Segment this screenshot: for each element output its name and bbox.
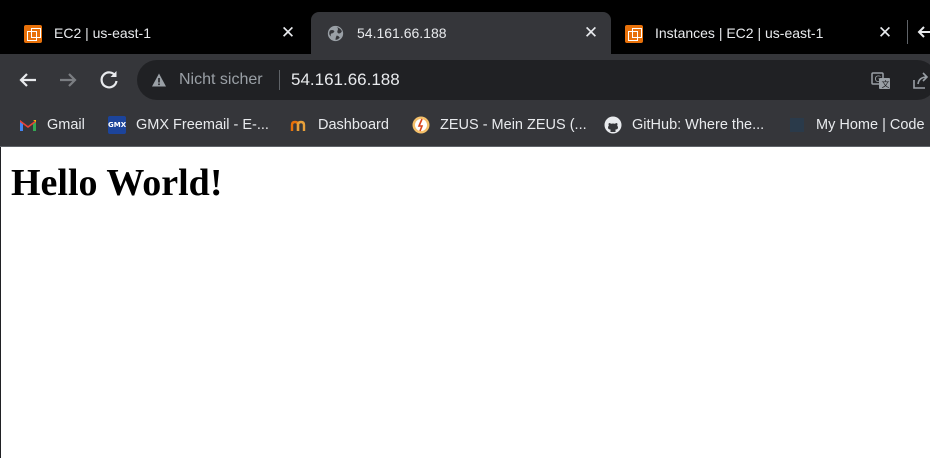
tab-ec2[interactable]: EC2 | us-east-1 ✕ bbox=[8, 12, 308, 54]
tab-instances[interactable]: Instances | EC2 | us-east-1 ✕ bbox=[609, 12, 905, 54]
aws-ec2-icon bbox=[625, 25, 643, 43]
forward-arrow-icon[interactable] bbox=[54, 66, 82, 94]
aws-ec2-icon bbox=[24, 25, 42, 43]
github-icon bbox=[604, 116, 622, 134]
bookmarks-bar: Gmail GMX GMX Freemail - E-... Dashboard… bbox=[0, 106, 930, 143]
address-bar[interactable]: Nicht sicher 54.161.66.188 G 文 bbox=[137, 60, 930, 100]
tab-active-ip[interactable]: 54.161.66.188 ✕ bbox=[311, 12, 611, 54]
address-divider bbox=[279, 70, 280, 90]
page-heading: Hello World! bbox=[11, 162, 223, 204]
bookmark-label: Dashboard bbox=[318, 117, 389, 133]
bookmark-github[interactable]: GitHub: Where the... bbox=[604, 115, 764, 135]
zeus-icon bbox=[412, 116, 430, 134]
bookmark-label: GitHub: Where the... bbox=[632, 117, 765, 133]
gmail-icon bbox=[20, 120, 36, 131]
bookmark-my-home[interactable]: My Home | Code bbox=[788, 115, 925, 135]
tab-strip: EC2 | us-east-1 ✕ 54.161.66.188 ✕ Instan… bbox=[0, 0, 930, 54]
bookmark-label: ZEUS - Mein ZEUS (... bbox=[440, 117, 587, 133]
tab-title: 54.161.66.188 bbox=[357, 25, 447, 41]
page-content: Hello World! bbox=[0, 147, 930, 458]
not-secure-label[interactable]: Nicht sicher bbox=[179, 71, 263, 89]
bookmark-zeus[interactable]: ZEUS - Mein ZEUS (... bbox=[412, 115, 587, 135]
bookmark-gmail[interactable]: Gmail bbox=[19, 115, 85, 135]
dashboard-icon bbox=[290, 120, 306, 131]
bookmark-label: Gmail bbox=[47, 117, 85, 133]
tab-separator bbox=[907, 20, 908, 44]
tab-overflow-arrow-icon[interactable] bbox=[917, 24, 930, 40]
bookmark-gmx[interactable]: GMX GMX Freemail - E-... bbox=[108, 115, 269, 135]
code-icon bbox=[790, 118, 804, 132]
share-icon[interactable] bbox=[911, 71, 930, 91]
toolbar: Nicht sicher 54.161.66.188 G 文 bbox=[0, 54, 930, 106]
bookmark-label: GMX Freemail - E-... bbox=[136, 117, 269, 133]
close-icon[interactable]: ✕ bbox=[280, 24, 296, 41]
globe-icon bbox=[327, 25, 344, 42]
bookmark-label: My Home | Code bbox=[816, 117, 925, 133]
bookmark-dashboard[interactable]: Dashboard bbox=[290, 115, 389, 135]
tab-title: EC2 | us-east-1 bbox=[54, 25, 152, 41]
warning-icon[interactable] bbox=[151, 72, 167, 88]
close-icon[interactable]: ✕ bbox=[877, 24, 893, 41]
back-arrow-icon[interactable] bbox=[14, 66, 42, 94]
tab-title: Instances | EC2 | us-east-1 bbox=[655, 25, 824, 41]
translate-icon[interactable]: G 文 bbox=[871, 72, 891, 90]
url-text[interactable]: 54.161.66.188 bbox=[291, 70, 400, 90]
reload-icon[interactable] bbox=[95, 66, 123, 94]
close-icon[interactable]: ✕ bbox=[583, 24, 599, 41]
svg-text:文: 文 bbox=[882, 79, 890, 89]
gmx-icon: GMX bbox=[108, 116, 126, 134]
